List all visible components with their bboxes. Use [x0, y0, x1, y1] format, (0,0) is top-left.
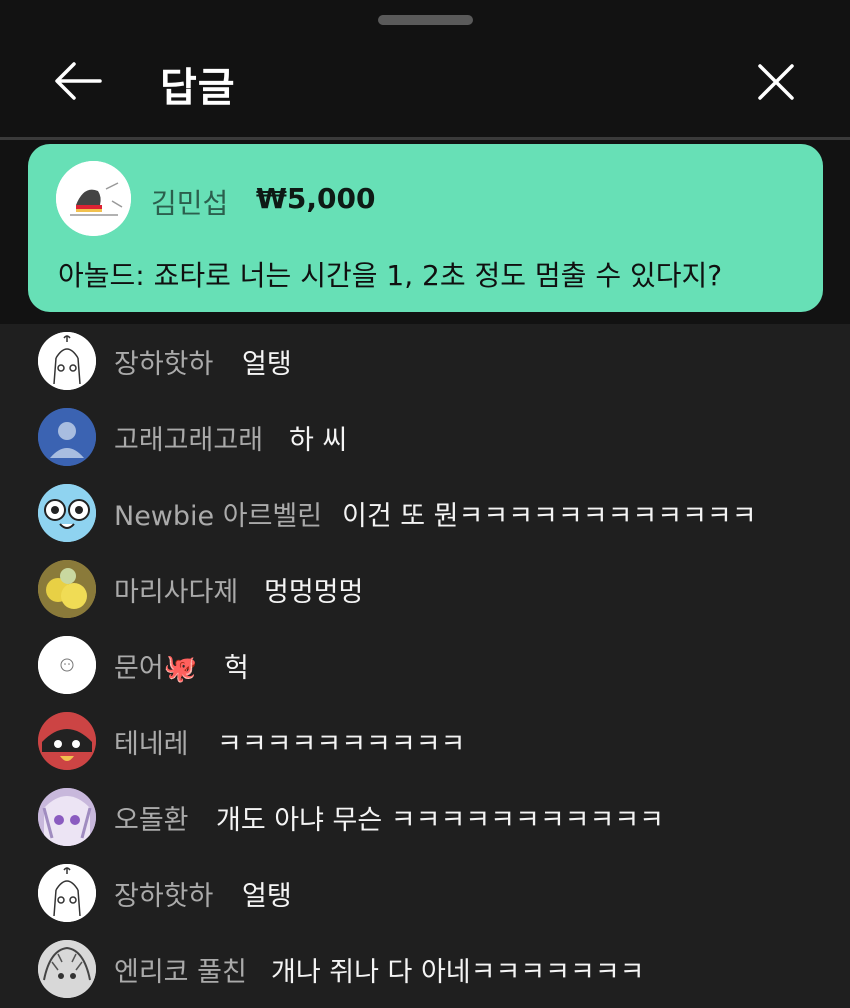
avatar	[38, 560, 96, 618]
close-button[interactable]	[752, 58, 800, 106]
reply-message: 하 씨	[289, 425, 348, 456]
reply-author[interactable]: 장하핫하	[114, 342, 213, 381]
list-item[interactable]: 고래고래고래 하 씨	[0, 400, 850, 476]
list-item[interactable]: 장하핫하 얼탱	[0, 324, 850, 400]
avatar	[38, 636, 96, 694]
reply-author[interactable]: 테네레	[114, 722, 189, 761]
list-item[interactable]: 문어🐙 헉	[0, 628, 850, 704]
reply-author[interactable]: Newbie 아르벨린	[114, 494, 322, 533]
avatar	[56, 161, 131, 236]
avatar	[38, 940, 96, 998]
drag-handle[interactable]	[378, 15, 473, 25]
reply-message: 이건 또 뭔ㅋㅋㅋㅋㅋㅋㅋㅋㅋㅋㅋㅋ	[342, 501, 757, 532]
avatar	[38, 408, 96, 466]
list-item[interactable]: 장하핫하 얼탱	[0, 856, 850, 932]
reply-author[interactable]: 마리사다제	[114, 570, 238, 609]
page-title: 답글	[160, 65, 236, 111]
reply-message: ㅋㅋㅋㅋㅋㅋㅋㅋㅋㅋ	[217, 729, 466, 760]
top-bar: 답글	[0, 0, 850, 138]
reply-author[interactable]: 장하핫하	[114, 874, 213, 913]
avatar	[38, 864, 96, 922]
reply-message: 멍멍멍멍	[264, 577, 364, 608]
close-icon	[758, 64, 794, 100]
list-item[interactable]: 마리사다제 멍멍멍멍	[0, 552, 850, 628]
avatar	[38, 484, 96, 542]
list-item[interactable]: Newbie 아르벨린 이건 또 뭔ㅋㅋㅋㅋㅋㅋㅋㅋㅋㅋㅋㅋ	[0, 476, 850, 552]
reply-message: 개나 쥐나 다 아네ㅋㅋㅋㅋㅋㅋㅋ	[271, 957, 645, 988]
reply-message: 헉	[224, 653, 249, 684]
super-chat-message: 아놀드: 죠타로 너는 시간을 1, 2초 정도 멈출 수 있다지?	[58, 259, 723, 292]
list-item[interactable]: 엔리코 풀친 개나 쥐나 다 아네ㅋㅋㅋㅋㅋㅋㅋ	[0, 932, 850, 1008]
reply-message: 개도 아냐 무슨 ㅋㅋㅋㅋㅋㅋㅋㅋㅋㅋㅋ	[216, 805, 665, 836]
reply-author[interactable]: 문어🐙	[114, 646, 197, 685]
reply-author[interactable]: 고래고래고래	[114, 418, 263, 457]
super-chat-card[interactable]: 김민섭 ₩5,000 아놀드: 죠타로 너는 시간을 1, 2초 정도 멈출 수…	[28, 144, 823, 312]
list-item[interactable]: 오돌환 개도 아냐 무슨 ㅋㅋㅋㅋㅋㅋㅋㅋㅋㅋㅋ	[0, 780, 850, 856]
back-button[interactable]	[52, 58, 104, 104]
super-chat-author[interactable]: 김민섭	[151, 182, 228, 222]
avatar	[38, 788, 96, 846]
reply-message: 얼탱	[242, 349, 292, 380]
avatar	[38, 332, 96, 390]
reply-author[interactable]: 엔리코 풀친	[114, 950, 247, 989]
avatar	[38, 712, 96, 770]
reply-author[interactable]: 오돌환	[114, 798, 189, 837]
arrow-left-icon	[55, 62, 102, 100]
reply-message: 얼탱	[242, 881, 292, 912]
list-item[interactable]: 테네레 ㅋㅋㅋㅋㅋㅋㅋㅋㅋㅋ	[0, 704, 850, 780]
super-chat-amount: ₩5,000	[256, 182, 376, 215]
